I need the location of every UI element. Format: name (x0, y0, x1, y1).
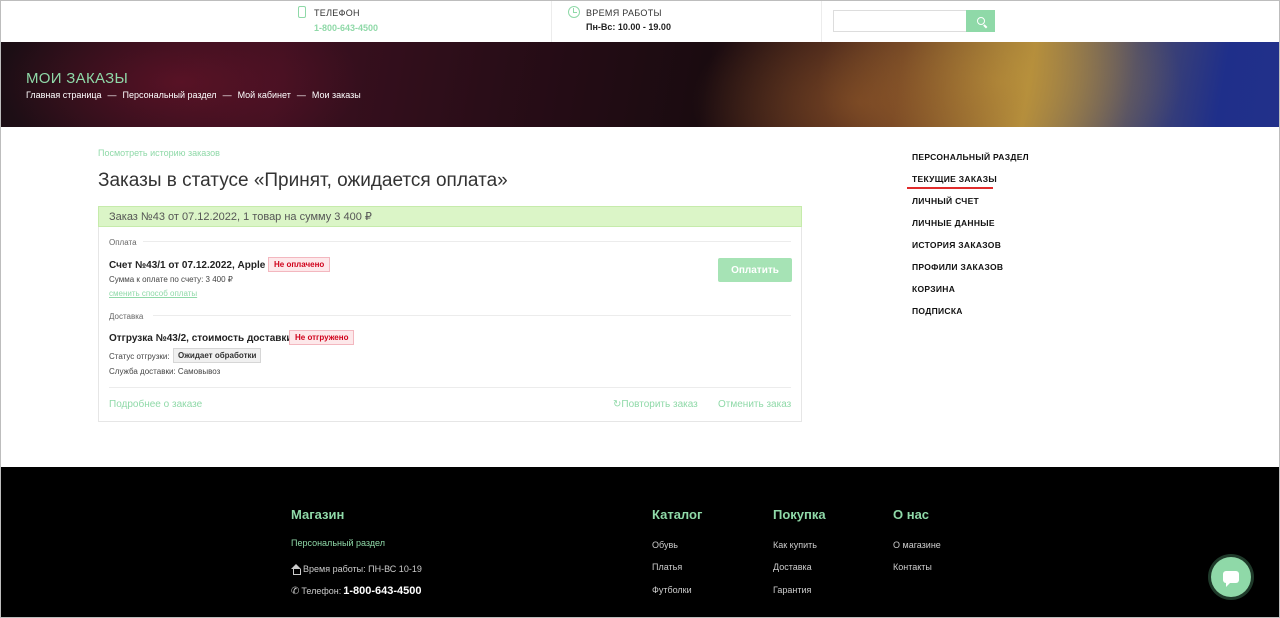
sidebar-item-profiles[interactable]: ПРОФИЛИ ЗАКАЗОВ (912, 262, 1003, 272)
footer-shop-heading: Магазин (291, 507, 345, 522)
page-banner: МОИ ЗАКАЗЫ Главная страница — Персональный… (0, 42, 1280, 127)
footer-phone-label: Телефон: (301, 586, 342, 596)
repeat-order-link[interactable]: ↻Повторить заказ (613, 399, 698, 410)
divider (109, 387, 791, 388)
sidebar-item-cart[interactable]: КОРЗИНА (912, 284, 955, 294)
order-details-link[interactable]: Подробнее о заказе (109, 399, 202, 410)
cancel-order-link[interactable]: Отменить заказ (718, 399, 791, 410)
sidebar-item-current-orders[interactable]: ТЕКУЩИЕ ЗАКАЗЫ (912, 174, 997, 184)
footer-link-how-to-buy[interactable]: Как купить (773, 540, 817, 550)
footer-link-delivery[interactable]: Доставка (773, 562, 812, 572)
order-header: Заказ №43 от 07.12.2022, 1 товар на сумм… (98, 206, 802, 227)
phone-number-link[interactable]: 1-800-643-4500 (314, 23, 378, 33)
order-card: Заказ №43 от 07.12.2022, 1 товар на сумм… (98, 206, 802, 422)
footer-about-heading: О нас (893, 507, 930, 522)
sidebar-item-history[interactable]: ИСТОРИЯ ЗАКАЗОВ (912, 240, 1001, 250)
chat-button[interactable] (1211, 557, 1251, 597)
breadcrumb-cabinet[interactable]: Мой кабинет (238, 90, 291, 100)
footer-phone: ✆ Телефон: 1-800-643-4500 (291, 585, 422, 597)
breadcrumb-home[interactable]: Главная страница (26, 90, 102, 100)
delivery-section-label: Доставка (109, 312, 144, 321)
orders-title: Заказы в статусе «Принят, ожидается опла… (98, 170, 508, 191)
phone-icon: ✆ (291, 585, 300, 597)
invoice-title: Счет №43/1 от 07.12.2022, Apple Pay (109, 260, 286, 271)
footer-link-shoes[interactable]: Обувь (652, 540, 678, 550)
home-icon (291, 564, 301, 575)
breadcrumb-separator: — (107, 90, 117, 100)
active-underline (907, 187, 993, 189)
payment-section-label: Оплата (109, 238, 137, 247)
top-bar: ТЕЛЕФОН 1-800-643-4500 ВРЕМЯ РАБОТЫ Пн-В… (0, 0, 1280, 42)
footer-hours: Время работы: ПН-ВС 10-19 (291, 564, 422, 575)
sidebar-item-personal[interactable]: ПЕРСОНАЛЬНЫЙ РАЗДЕЛ (912, 152, 1029, 162)
change-payment-link[interactable]: сменить способ оплаты (109, 289, 197, 298)
page-heading: МОИ ЗАКАЗЫ (26, 70, 129, 87)
footer-hours-text: Время работы: ПН-ВС 10-19 (303, 564, 422, 574)
search-button[interactable] (966, 10, 995, 32)
divider (143, 241, 791, 242)
shipment-title: Отгрузка №43/2, стоимость доставки 0 ₽ (109, 333, 311, 344)
divider (821, 0, 822, 42)
chat-bubble-icon (1223, 571, 1239, 587)
footer-link-contacts[interactable]: Контакты (893, 562, 932, 572)
phone-icon (298, 6, 306, 18)
breadcrumb: Главная страница — Персональный раздел — Мой… (26, 90, 361, 100)
search-input[interactable] (833, 10, 967, 32)
payment-status-badge: Не оплачено (268, 257, 331, 272)
search-form (833, 10, 995, 32)
shipment-status-badge: Не отгружено (289, 330, 355, 345)
footer-link-tshirts[interactable]: Футболки (652, 585, 692, 595)
order-history-link[interactable]: Посмотреть историю заказов (98, 148, 220, 158)
sidebar-item-personal-data[interactable]: ЛИЧНЫЕ ДАННЫЕ (912, 218, 995, 228)
divider (153, 315, 791, 316)
breadcrumb-separator: — (296, 90, 306, 100)
footer-phone-number[interactable]: 1-800-643-4500 (343, 585, 421, 597)
hours-label: ВРЕМЯ РАБОТЫ (586, 8, 662, 18)
pay-button[interactable]: Оплатить (718, 258, 792, 282)
shipment-status-label: Статус отгрузки: (109, 352, 170, 361)
phone-label: ТЕЛЕФОН (314, 8, 360, 18)
sidebar-item-account[interactable]: ЛИЧНЫЙ СЧЕТ (912, 196, 979, 206)
shipment-processing-badge: Ожидает обработки (173, 348, 262, 363)
breadcrumb-separator: — (222, 90, 232, 100)
footer-link-dresses[interactable]: Платья (652, 562, 682, 572)
footer-catalog-heading: Каталог (652, 507, 703, 522)
footer-link-about[interactable]: О магазине (893, 540, 941, 550)
delivery-service: Служба доставки: Самовывоз (109, 367, 221, 376)
sidebar-item-subscription[interactable]: ПОДПИСКА (912, 306, 963, 316)
site-footer: Магазин Персональный раздел Время работы… (0, 467, 1280, 618)
repeat-order-label: Повторить заказ (621, 399, 698, 410)
footer-buy-heading: Покупка (773, 507, 826, 522)
footer-personal-link[interactable]: Персональный раздел (291, 538, 385, 548)
footer-link-guarantee[interactable]: Гарантия (773, 585, 811, 595)
search-icon (976, 17, 985, 25)
clock-icon (568, 6, 580, 18)
divider (551, 0, 552, 42)
hours-value: Пн-Вс: 10.00 - 19.00 (586, 22, 671, 32)
payment-amount: Сумма к оплате по счету: 3 400 ₽ (109, 275, 233, 284)
breadcrumb-personal[interactable]: Персональный раздел (123, 90, 217, 100)
breadcrumb-current: Мои заказы (311, 90, 361, 100)
